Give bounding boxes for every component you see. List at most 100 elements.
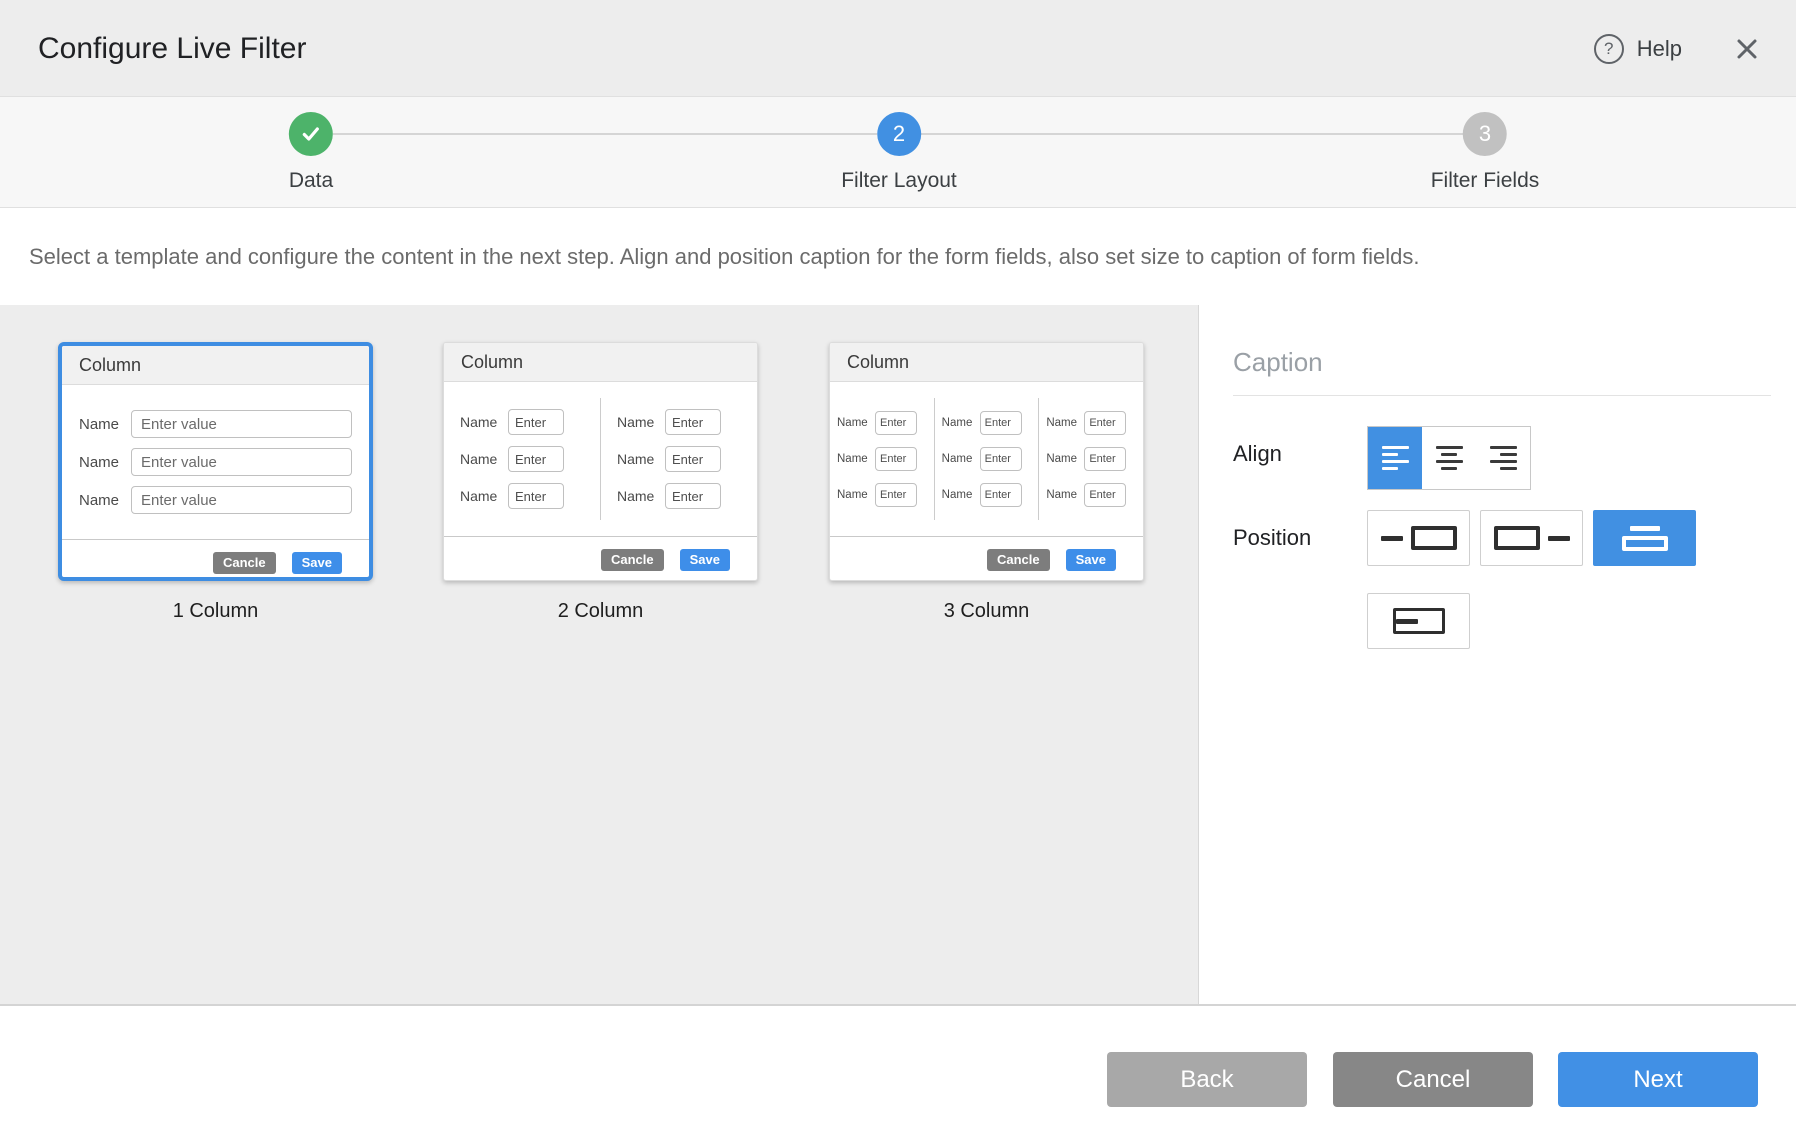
position-label-inside-button[interactable] xyxy=(1367,593,1470,649)
mini-panel-title: Column xyxy=(62,346,369,385)
label-dash-icon xyxy=(1381,536,1403,541)
mini-form-row: NameEnter xyxy=(617,446,741,472)
cancel-button[interactable]: Cancel xyxy=(1333,1052,1533,1107)
mini-field-label: Name xyxy=(460,414,508,430)
mini-form-column: NameEnter valueNameEnter valueNameEnter … xyxy=(62,385,369,539)
dialog-title: Configure Live Filter xyxy=(38,0,306,97)
step-connector-line xyxy=(333,133,877,135)
position-button-group xyxy=(1367,510,1717,649)
mini-field-input: Enter xyxy=(1084,447,1126,471)
template-card-2-column[interactable]: Column NameEnterNameEnterNameEnterNameEn… xyxy=(443,342,758,581)
mini-field-input: Enter xyxy=(875,447,917,471)
mini-save-button: Save xyxy=(292,552,342,574)
mini-panel-body: NameEnterNameEnterNameEnterNameEnterName… xyxy=(444,382,757,536)
align-button-group xyxy=(1367,426,1531,490)
align-label: Align xyxy=(1233,426,1367,490)
mini-field-input: Enter xyxy=(508,446,564,472)
field-rect-icon xyxy=(1622,536,1668,551)
mini-field-label: Name xyxy=(79,492,131,509)
step-data[interactable]: Data xyxy=(289,112,333,193)
mini-form-row: NameEnter xyxy=(460,446,584,472)
align-right-button[interactable] xyxy=(1476,427,1530,489)
dialog-header: Configure Live Filter ? Help xyxy=(0,0,1796,97)
mini-save-button: Save xyxy=(680,549,730,571)
step-number: 3 xyxy=(1479,121,1491,147)
template-card-1-column[interactable]: Column NameEnter valueNameEnter valueNam… xyxy=(58,342,373,581)
position-row: Position xyxy=(1233,510,1770,649)
mini-field-label: Name xyxy=(79,454,131,471)
step-connector-line xyxy=(921,133,1463,135)
check-icon xyxy=(299,122,323,146)
mini-form-row: NameEnter xyxy=(1046,447,1136,471)
mini-field-label: Name xyxy=(837,453,875,465)
field-rect-with-label-icon xyxy=(1393,608,1445,634)
mini-form-row: NameEnter xyxy=(617,409,741,435)
instruction-bar: Select a template and configure the cont… xyxy=(0,208,1796,305)
position-label-right-button[interactable] xyxy=(1480,510,1583,566)
mini-form-column: NameEnterNameEnterNameEnter xyxy=(601,382,757,536)
mini-field-label: Name xyxy=(837,489,875,501)
label-dash-icon xyxy=(1548,536,1570,541)
help-button[interactable]: Help xyxy=(1637,36,1682,62)
back-button[interactable]: Back xyxy=(1107,1052,1307,1107)
mini-field-label: Name xyxy=(617,488,665,504)
mini-field-label: Name xyxy=(942,453,980,465)
align-center-button[interactable] xyxy=(1422,427,1476,489)
mini-field-label: Name xyxy=(1046,453,1084,465)
mini-form-column: NameEnterNameEnterNameEnter xyxy=(1039,382,1143,536)
mini-form-column: NameEnterNameEnterNameEnter xyxy=(935,382,1039,536)
step-number: 2 xyxy=(893,121,905,147)
mini-field-input: Enter xyxy=(875,483,917,507)
mini-field-label: Name xyxy=(942,417,980,429)
template-name: 1 Column xyxy=(58,600,373,623)
mini-panel-title: Column xyxy=(444,343,757,382)
template-selection-area: Column NameEnter valueNameEnter valueNam… xyxy=(0,305,1198,1004)
step-label: Filter Fields xyxy=(1431,169,1540,193)
position-label-left-button[interactable] xyxy=(1367,510,1470,566)
step-completed-circle xyxy=(289,112,333,156)
caption-divider xyxy=(1233,395,1771,396)
step-filter-fields[interactable]: 3 Filter Fields xyxy=(1431,112,1540,193)
mini-form-row: NameEnter value xyxy=(79,486,352,514)
mini-form-row: NameEnter xyxy=(837,483,927,507)
position-label-top-button[interactable] xyxy=(1593,510,1696,566)
mini-cancel-button: Cancle xyxy=(987,549,1050,571)
mini-field-input: Enter xyxy=(665,409,721,435)
header-actions: ? Help xyxy=(1594,0,1759,97)
close-icon[interactable] xyxy=(1735,37,1759,61)
mini-field-input: Enter xyxy=(665,446,721,472)
next-button[interactable]: Next xyxy=(1558,1052,1758,1107)
label-dash-icon xyxy=(1630,526,1660,531)
mini-field-input: Enter value xyxy=(131,486,352,514)
mini-field-label: Name xyxy=(460,488,508,504)
mini-form-row: NameEnter xyxy=(942,411,1032,435)
template-slot: Column NameEnterNameEnterNameEnterNameEn… xyxy=(443,342,758,623)
mini-form-row: NameEnter xyxy=(460,483,584,509)
align-center-icon xyxy=(1436,446,1463,470)
mini-form-row: NameEnter xyxy=(617,483,741,509)
mini-field-input: Enter value xyxy=(131,410,352,438)
mini-field-input: Enter xyxy=(980,411,1022,435)
mini-field-label: Name xyxy=(1046,417,1084,429)
template-slot: Column NameEnter valueNameEnter valueNam… xyxy=(58,342,373,623)
wizard-stepper: Data 2 Filter Layout 3 Filter Fields xyxy=(0,97,1796,208)
step-filter-layout[interactable]: 2 Filter Layout xyxy=(841,112,957,193)
help-icon[interactable]: ? xyxy=(1594,34,1624,64)
step-upcoming-circle: 3 xyxy=(1463,112,1507,156)
template-card-3-column[interactable]: Column NameEnterNameEnterNameEnterNameEn… xyxy=(829,342,1144,581)
position-label: Position xyxy=(1233,510,1367,649)
template-slot: Column NameEnterNameEnterNameEnterNameEn… xyxy=(829,342,1144,623)
help-glyph: ? xyxy=(1604,39,1613,59)
mini-panel-body: NameEnterNameEnterNameEnterNameEnterName… xyxy=(830,382,1143,536)
mini-cancel-button: Cancle xyxy=(601,549,664,571)
mini-form-row: NameEnter value xyxy=(79,410,352,438)
mini-form-column: NameEnterNameEnterNameEnter xyxy=(444,382,600,536)
align-left-button[interactable] xyxy=(1368,427,1422,489)
content-area: Column NameEnter valueNameEnter valueNam… xyxy=(0,305,1796,1006)
mini-field-input: Enter value xyxy=(131,448,352,476)
mini-form-row: NameEnter xyxy=(942,447,1032,471)
instruction-text: Select a template and configure the cont… xyxy=(29,244,1419,270)
step-label: Data xyxy=(289,169,333,193)
mini-field-input: Enter xyxy=(875,411,917,435)
align-right-icon xyxy=(1490,446,1517,470)
